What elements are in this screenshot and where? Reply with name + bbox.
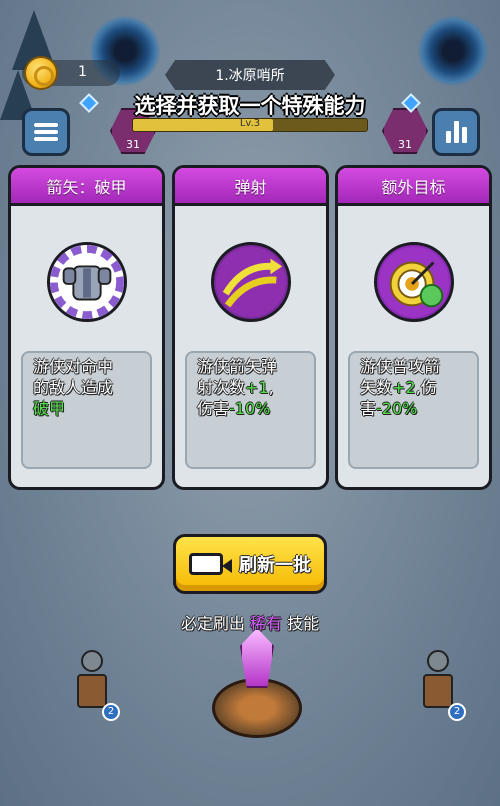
tower-level-badge: 2: [102, 703, 120, 721]
hint-text: 技能: [287, 614, 320, 633]
right-badge-count: 31: [398, 138, 412, 151]
desc-highlight: +1: [245, 378, 269, 397]
desc-line: 游侠普攻箭: [360, 357, 441, 376]
video-ad-icon: [189, 553, 232, 575]
game-scene: 1 1.冰原哨所 31 31 选择并获取一个特殊能力 Lv.3 箭矢：破甲 游侠…: [0, 0, 500, 806]
armor-icon: [46, 242, 127, 322]
card-title: 箭矢：破甲: [11, 168, 162, 206]
desc-text: 矢数: [360, 378, 393, 397]
coin-count: 1: [78, 64, 87, 80]
card-title: 额外目标: [338, 168, 489, 206]
bouncing-arrows-icon: [210, 242, 291, 322]
card-description: 游侠对命中 的敌人造成 破甲: [21, 351, 152, 469]
refresh-button[interactable]: 刷新一批: [173, 534, 327, 594]
left-badge-count: 31: [126, 138, 140, 151]
refresh-hint: 必定刷出 稀有 技能: [0, 610, 500, 634]
hint-text: 必定刷出: [180, 614, 245, 633]
desc-line: 的敌人造成: [33, 378, 114, 397]
desc-line: 射次数+1,: [197, 377, 304, 398]
desc-highlight: -10%: [229, 399, 271, 418]
tower-level-badge: 2: [448, 703, 466, 721]
target-icon: [373, 242, 454, 322]
desc-text: ,: [268, 378, 274, 397]
ranger-tower-right[interactable]: [418, 650, 458, 710]
ability-card-extra-target[interactable]: 额外目标 游侠普攻箭 矢数+2,伤 害-20%: [335, 165, 492, 490]
desc-text: 害: [360, 399, 377, 418]
desc-highlight: +2: [392, 378, 416, 397]
modal-title: 选择并获取一个特殊能力: [134, 94, 366, 118]
ability-card-armor-break[interactable]: 箭矢：破甲 游侠对命中 的敌人造成 破甲: [8, 165, 165, 490]
rare-highlight: 稀有: [249, 614, 282, 633]
stage-name-banner: 1.冰原哨所: [165, 60, 335, 90]
ability-card-ricochet[interactable]: 弹射 游侠箭矢弹 射次数+1, 伤害-10%: [172, 165, 329, 490]
desc-line: 游侠对命中: [33, 357, 114, 376]
card-description: 游侠箭矢弹 射次数+1, 伤害-10%: [185, 351, 316, 469]
desc-line: 矢数+2,伤: [360, 377, 467, 398]
refresh-label: 刷新一批: [239, 555, 311, 576]
bar-chart-icon: [445, 121, 467, 143]
level-progress-bar: Lv.3: [132, 118, 368, 132]
card-description: 游侠普攻箭 矢数+2,伤 害-20%: [348, 351, 479, 469]
desc-highlight: -20%: [376, 399, 418, 418]
desc-highlight: 破甲: [33, 399, 66, 418]
desc-line: 游侠箭矢弹: [197, 357, 278, 376]
level-label: Lv.3: [239, 118, 261, 129]
desc-text: ,伤: [415, 378, 437, 397]
menu-icon: [34, 123, 58, 141]
card-title: 弹射: [175, 168, 326, 206]
ranger-tower-left[interactable]: [72, 650, 112, 710]
desc-text: 伤害: [197, 399, 230, 418]
desc-line: 害-20%: [360, 398, 467, 419]
coin-icon: [24, 56, 58, 90]
desc-text: 射次数: [197, 378, 246, 397]
desc-line: 伤害-10%: [197, 398, 304, 419]
